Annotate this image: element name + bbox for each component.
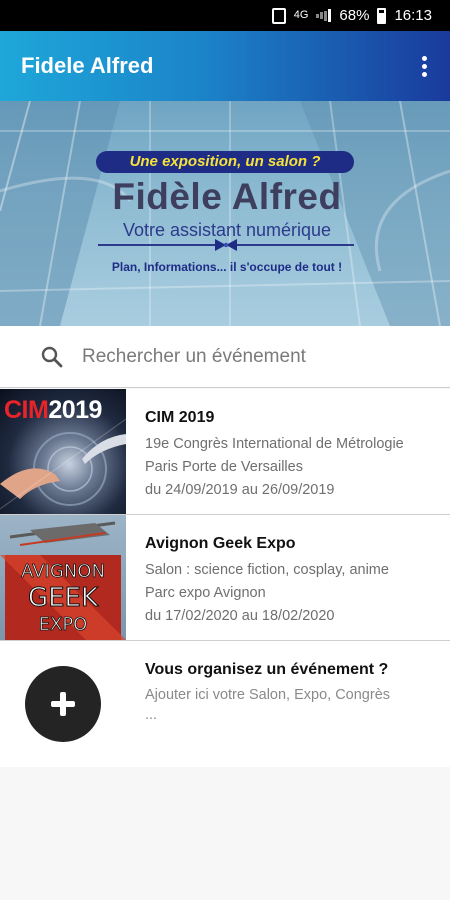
signal-icon xyxy=(316,9,332,23)
bowtie-icon xyxy=(215,239,237,251)
hero-banner: Une exposition, un salon ? Fidèle Alfred… xyxy=(0,101,450,326)
vibrate-icon xyxy=(271,7,286,24)
add-circle-icon[interactable] xyxy=(25,666,101,742)
banner-title: Fidèle Alfred xyxy=(112,176,342,217)
more-vert-icon[interactable] xyxy=(402,44,446,88)
event-description: 19e Congrès International de Métrologie xyxy=(145,436,404,452)
svg-text:EXPO: EXPO xyxy=(39,614,88,635)
add-event-title: Vous organisez un événement ? xyxy=(145,661,389,678)
event-title: Avignon Geek Expo xyxy=(145,535,296,552)
event-list: CIM2019 CIM 2019 19e Congrès Internation… xyxy=(0,389,450,767)
event-thumbnail: CIM2019 xyxy=(0,389,126,514)
svg-text:GEEK: GEEK xyxy=(28,583,99,613)
add-event-ellipsis: ... xyxy=(145,707,158,723)
app-bar: Fidele Alfred xyxy=(0,31,450,101)
app-title: Fidele Alfred xyxy=(21,53,154,78)
clock: 16:13 xyxy=(394,7,432,24)
event-description: Salon : science fiction, cosplay, anime xyxy=(145,562,389,578)
search-icon[interactable] xyxy=(40,345,64,369)
add-event-description: Ajouter ici votre Salon, Expo, Congrès xyxy=(145,687,391,703)
status-bar: 4G 68% 16:13 xyxy=(0,0,450,31)
battery-percent: 68% xyxy=(339,7,370,24)
banner-tagline: Plan, Informations... il s'occupe de tou… xyxy=(111,260,343,274)
event-location: Parc expo Avignon xyxy=(145,585,266,601)
banner-pill-text: Une exposition, un salon ? xyxy=(129,153,321,170)
event-details: CIM 2019 19e Congrès International de Mé… xyxy=(126,389,404,514)
list-item-cim-2019[interactable]: CIM2019 CIM 2019 19e Congrès Internation… xyxy=(0,389,450,515)
add-event-thumbnail xyxy=(0,641,126,767)
svg-text:AVIGNON: AVIGNON xyxy=(21,561,105,582)
search-input[interactable] xyxy=(82,345,412,368)
add-event-item[interactable]: Vous organisez un événement ? Ajouter ic… xyxy=(0,641,450,767)
banner-pill: Une exposition, un salon ? xyxy=(96,151,354,173)
add-event-details: Vous organisez un événement ? Ajouter ic… xyxy=(126,641,390,767)
event-thumbnail: AVIGNON GEEK EXPO xyxy=(0,515,126,640)
list-item-avignon-geek-expo[interactable]: AVIGNON GEEK EXPO Avignon Geek Expo Salo… xyxy=(0,515,450,641)
cim-logo: CIM2019 xyxy=(4,396,102,424)
avignon-geek-expo-logo: AVIGNON GEEK EXPO xyxy=(0,521,126,640)
mobile-data-label: 4G xyxy=(293,9,309,21)
event-dates: du 24/09/2019 au 26/09/2019 xyxy=(145,482,335,498)
search-bar[interactable] xyxy=(0,326,450,388)
banner-subtitle: Votre assistant numérique xyxy=(122,220,332,240)
battery-icon xyxy=(377,7,387,24)
event-location: Paris Porte de Versailles xyxy=(145,459,303,475)
event-details: Avignon Geek Expo Salon : science fictio… xyxy=(126,515,389,640)
event-dates: du 17/02/2020 au 18/02/2020 xyxy=(145,608,335,624)
event-title: CIM 2019 xyxy=(145,409,215,426)
